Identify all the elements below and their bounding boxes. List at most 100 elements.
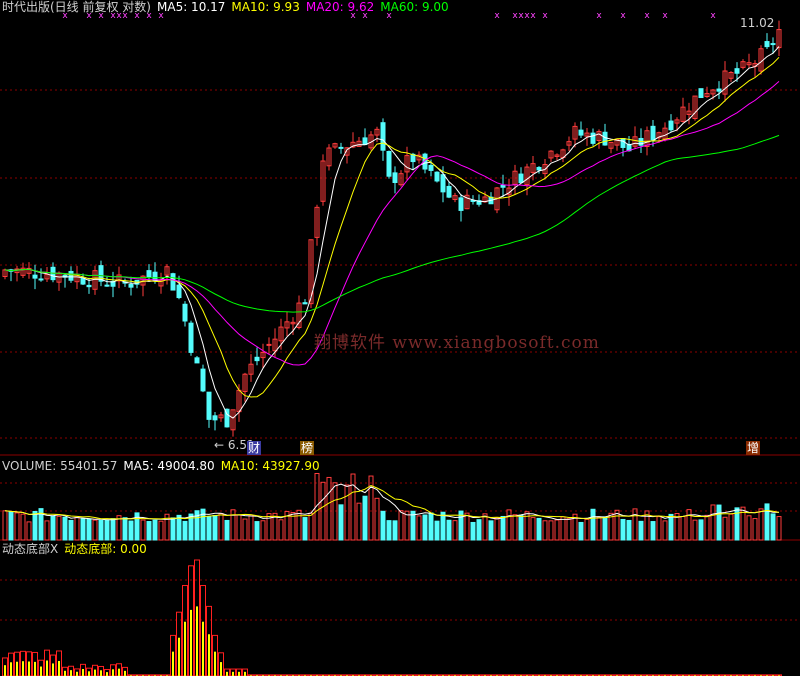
volume-bar	[32, 510, 38, 541]
indicator-bar-inner	[28, 661, 30, 676]
candle-body	[68, 270, 74, 281]
volume-bar	[212, 514, 218, 541]
candle-body	[668, 120, 674, 131]
indicator-bar-inner	[178, 637, 180, 676]
indicator-bar-inner	[76, 671, 78, 676]
volume-bar	[380, 510, 386, 541]
volume-bar	[584, 518, 590, 541]
volume-bar	[158, 520, 164, 541]
candle-body	[428, 164, 434, 171]
indicator-bar-inner	[64, 670, 66, 676]
candle-body	[536, 166, 542, 171]
candle-body	[380, 122, 386, 151]
volume-ma5-line	[4, 483, 780, 521]
volume-bar	[494, 517, 500, 541]
candle-body	[440, 174, 446, 193]
chart-window: xxxxxxxxxxxxxxxxxxxxxxx 时代出版(日线 前复权 对数) M…	[0, 0, 800, 676]
volume-bar	[554, 519, 560, 541]
candle-body	[764, 41, 770, 48]
volume-bar	[374, 497, 380, 541]
candle-body	[500, 184, 506, 188]
volume-bar	[428, 512, 434, 541]
indicator-bar-inner	[220, 662, 222, 676]
candle-body	[104, 284, 110, 287]
candle-body	[518, 173, 524, 184]
volume-bar	[386, 520, 392, 541]
candle-body	[80, 277, 86, 285]
volume-bar	[392, 520, 398, 541]
volume-bar	[602, 516, 608, 541]
candle-body	[620, 138, 626, 148]
volume-bar	[56, 515, 62, 541]
volume-bar	[506, 509, 512, 541]
signal-marker: x	[620, 11, 626, 21]
volume-bar	[218, 513, 224, 541]
volume-bar	[308, 512, 314, 541]
volume-bar	[146, 521, 152, 541]
indicator-bar-inner	[124, 670, 126, 676]
volume-bar	[464, 512, 470, 541]
volume-bar	[170, 517, 176, 541]
volume-bar	[338, 504, 344, 541]
volume-bar	[404, 510, 410, 541]
volume-bar	[620, 518, 626, 541]
ma10-label: MA10: 9.93	[231, 0, 300, 14]
candle-body	[590, 132, 596, 144]
volume-bar	[74, 516, 80, 541]
indicator-bar-inner	[226, 671, 228, 676]
volume-bar	[344, 484, 350, 541]
finance-marker[interactable]: 财	[247, 441, 262, 455]
volume-bar	[92, 519, 98, 541]
volume-bar	[728, 513, 734, 541]
indicator-bar-inner	[244, 671, 246, 676]
volume-bar	[296, 509, 302, 541]
volume-bar	[416, 515, 422, 541]
volume-bar	[638, 520, 644, 541]
volume-bar	[704, 514, 710, 541]
candle-body	[302, 302, 308, 305]
volume-bar	[578, 521, 584, 541]
volume-bar	[614, 509, 620, 541]
volume-bar	[26, 521, 32, 541]
volume-bar	[590, 508, 596, 541]
volume-bar	[596, 517, 602, 541]
signal-marker: x	[644, 11, 650, 21]
volume-bar	[434, 520, 440, 541]
watermark: 翔博软件 www.xiangbosoft.com	[314, 333, 600, 353]
candle-body	[146, 270, 152, 278]
indicator-bar-inner	[208, 634, 210, 676]
volume-bar	[80, 518, 86, 541]
indicator-bar-inner	[22, 661, 24, 676]
volume-bar	[668, 513, 674, 541]
increase-marker[interactable]: 增	[746, 441, 761, 455]
indicator-bar-inner	[40, 666, 42, 676]
indicator-bar-inner	[46, 660, 48, 676]
candle-body	[734, 68, 740, 74]
ma5-label: MA5: 10.17	[157, 0, 226, 14]
volume-bar	[698, 519, 704, 541]
ranking-marker[interactable]: 榜	[300, 441, 315, 455]
volume-bar	[44, 520, 50, 541]
signal-marker: x	[530, 11, 536, 21]
candle-body	[650, 125, 656, 141]
indicator-bar-inner	[184, 621, 186, 676]
candle-body	[338, 146, 344, 149]
volume-bar	[410, 510, 416, 541]
volume-bar	[470, 521, 476, 541]
indicator-bar-inner	[202, 621, 204, 676]
volume-ma10-line	[4, 484, 780, 520]
volume-bar	[482, 513, 488, 541]
volume-bar	[176, 514, 182, 541]
candle-body	[578, 129, 584, 136]
candle-body	[38, 278, 44, 281]
indicator-bar-inner	[70, 670, 72, 676]
volume-bar	[248, 515, 254, 541]
volume-bar	[8, 511, 14, 541]
candle-body	[194, 357, 200, 364]
price-panel-header: 时代出版(日线 前复权 对数) MA5: 10.17 MA10: 9.93 MA20:…	[2, 0, 455, 14]
volume-bar	[110, 518, 116, 541]
volume-ma5-label: MA5: 49004.80	[123, 459, 215, 473]
volume-bar	[758, 508, 764, 541]
volume-bar	[560, 516, 566, 541]
indicator-bar-inner	[106, 672, 108, 676]
